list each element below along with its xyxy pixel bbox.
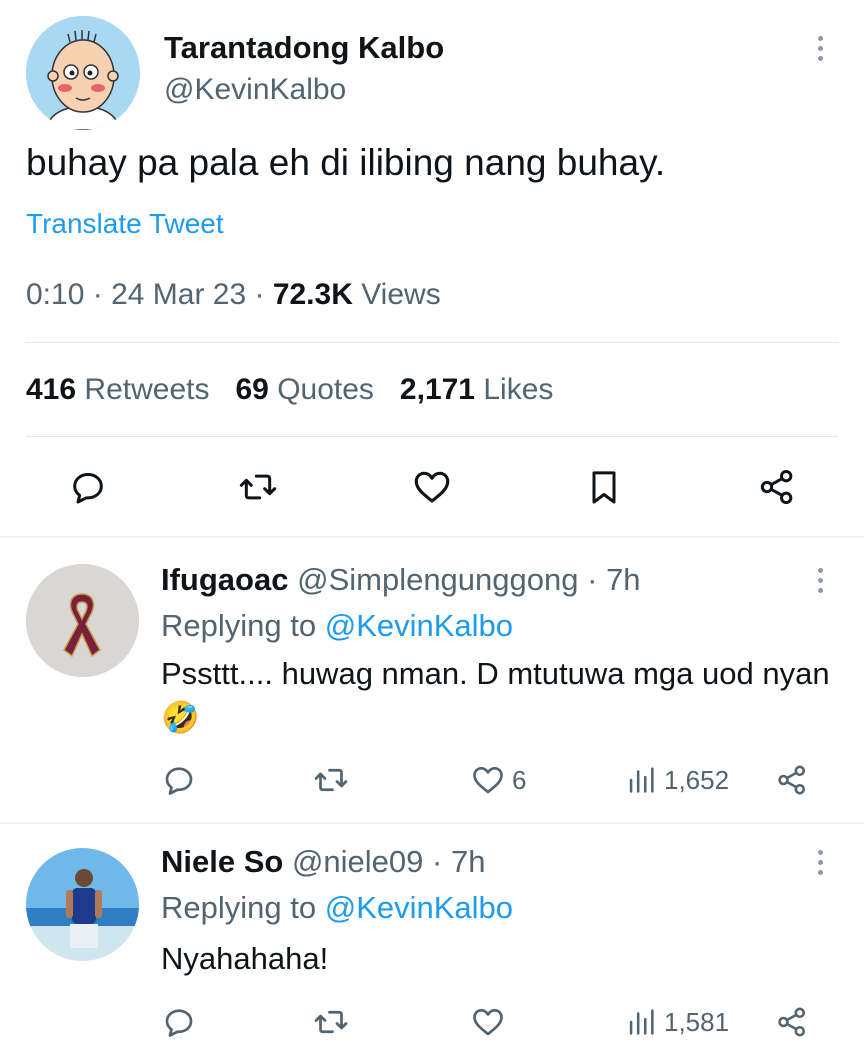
reply-icon	[73, 473, 103, 504]
likes-label: Likes	[483, 373, 554, 406]
like-count: 6	[512, 764, 527, 795]
divider	[26, 436, 838, 437]
tweet-time: 0:10	[26, 278, 85, 311]
main-tweet: Tarantadong Kalbo @KevinKalbo buhay pa p…	[0, 0, 864, 540]
retweet-button[interactable]	[313, 1002, 349, 1042]
tweet-text: buhay pa pala eh di ilibing nang buhay.	[26, 142, 666, 183]
like-icon	[414, 471, 450, 503]
reply-author-handle[interactable]: @Simplengunggong	[297, 562, 578, 597]
reply-icon	[165, 1009, 193, 1037]
reply-time: 7h	[606, 562, 641, 597]
reply-author-name[interactable]: Ifugaoac	[161, 562, 288, 597]
author-avatar[interactable]	[26, 16, 140, 130]
beach-photo-avatar-icon	[26, 848, 139, 961]
bald-cartoon-avatar-icon	[26, 16, 140, 130]
replying-mention[interactable]: @KevinKalbo	[325, 890, 513, 925]
share-icon	[778, 1007, 806, 1037]
retweets-count: 416	[26, 373, 77, 406]
bookmark-icon	[592, 471, 616, 504]
reply-author-handle[interactable]: @niele09	[292, 844, 423, 879]
retweets-stat[interactable]: 416 Retweets	[26, 373, 209, 406]
reply-tweet[interactable]: Ifugaoac @Simplengunggong · 7h Replying …	[0, 538, 864, 822]
share-icon	[778, 765, 806, 795]
reply-time: 7h	[450, 844, 486, 879]
reply-text: Nyahahaha!	[161, 941, 329, 976]
retweet-button[interactable]	[235, 464, 281, 510]
reply-icon	[165, 767, 193, 795]
views-label: Views	[361, 278, 441, 311]
views-button[interactable]: 1,652	[624, 760, 729, 800]
author-name[interactable]: Tarantadong Kalbo	[164, 30, 444, 66]
ribbon-avatar-icon	[26, 564, 139, 677]
bookmark-button[interactable]	[581, 464, 627, 510]
retweet-button[interactable]	[313, 760, 349, 800]
quotes-count: 69	[235, 373, 269, 406]
share-icon	[760, 470, 793, 504]
share-button[interactable]	[775, 1002, 809, 1042]
views-count: 72.3K	[272, 278, 353, 311]
replying-to: Replying to @KevinKalbo	[161, 890, 513, 926]
reply-header: Ifugaoac @Simplengunggong · 7h	[161, 562, 641, 597]
author-handle[interactable]: @KevinKalbo	[164, 73, 346, 107]
reply-avatar[interactable]	[26, 564, 139, 677]
reply-header: Niele So @niele09 · 7h	[161, 844, 486, 879]
analytics-icon	[629, 767, 654, 793]
quotes-stat[interactable]: 69 Quotes	[235, 373, 373, 406]
retweet-icon	[239, 474, 277, 500]
share-button[interactable]	[754, 464, 800, 510]
reply-text: Pssttt.... huwag nman. D mtutuwa mga uod…	[161, 656, 830, 735]
tweet-meta: 0:10 · 24 Mar 23 · 72.3K Views	[26, 278, 441, 311]
replying-mention[interactable]: @KevinKalbo	[325, 608, 513, 643]
more-options-icon[interactable]	[808, 560, 832, 600]
analytics-icon	[629, 1009, 654, 1035]
replying-prefix: Replying to	[161, 608, 317, 643]
reply-button[interactable]	[161, 1002, 197, 1042]
tweet-date: 24 Mar 23	[111, 278, 247, 311]
retweets-label: Retweets	[84, 373, 210, 406]
views-count: 1,652	[664, 764, 730, 795]
like-button[interactable]	[409, 464, 455, 510]
more-options-icon[interactable]	[808, 842, 832, 882]
more-options-icon[interactable]	[808, 28, 832, 68]
reply-author-name[interactable]: Niele So	[161, 844, 283, 879]
like-icon	[473, 1008, 503, 1036]
tweet-stats: 416 Retweets 69 Quotes 2,171 Likes	[26, 373, 553, 407]
like-button[interactable]	[470, 1002, 512, 1042]
retweet-icon	[314, 1010, 348, 1034]
like-button[interactable]: 6	[470, 760, 526, 800]
quotes-label: Quotes	[277, 373, 374, 406]
retweet-icon	[314, 768, 348, 792]
views-button[interactable]: 1,581	[624, 1002, 729, 1042]
replying-to: Replying to @KevinKalbo	[161, 608, 513, 644]
likes-stat[interactable]: 2,171 Likes	[400, 373, 553, 406]
divider	[26, 342, 838, 343]
like-icon	[473, 766, 503, 794]
reply-tweet[interactable]: Niele So @niele09 · 7h Replying to @Kevi…	[0, 824, 864, 1053]
replying-prefix: Replying to	[161, 890, 317, 925]
reply-avatar[interactable]	[26, 848, 139, 961]
views-count: 1,581	[664, 1006, 730, 1037]
translate-tweet-link[interactable]: Translate Tweet	[26, 208, 224, 240]
reply-button[interactable]	[65, 464, 111, 510]
likes-count: 2,171	[399, 373, 475, 406]
share-button[interactable]	[775, 760, 809, 800]
reply-button[interactable]	[161, 760, 197, 800]
